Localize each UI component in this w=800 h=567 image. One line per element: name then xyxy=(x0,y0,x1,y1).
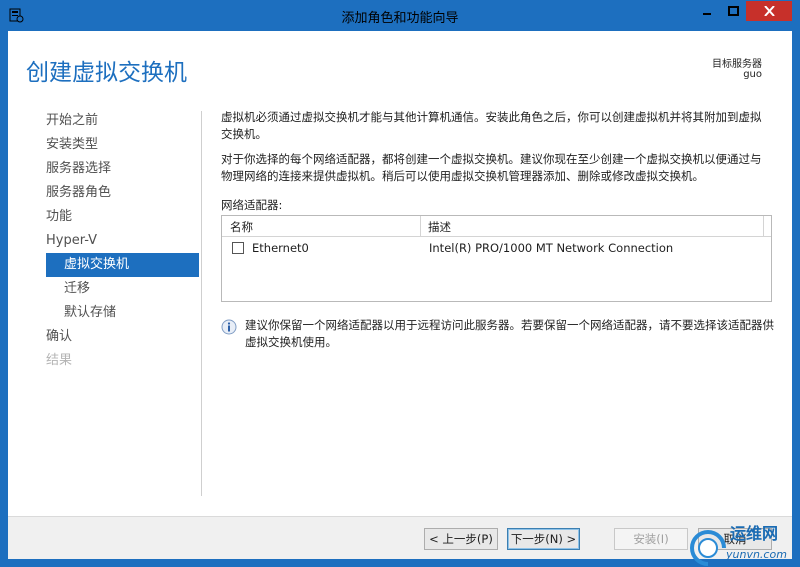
info-text: 建议你保留一个网络适配器以用于远程访问此服务器。若要保留一个网络适配器，请不要选… xyxy=(245,318,774,349)
close-icon xyxy=(763,6,775,16)
column-divider[interactable] xyxy=(763,216,764,237)
column-header-name[interactable]: 名称 xyxy=(230,219,253,235)
minimize-icon xyxy=(703,13,711,15)
nav-item-results: 结果 xyxy=(46,353,73,368)
nav-item-default-stores[interactable]: 默认存储 xyxy=(8,301,201,325)
nav-item-hyper-v[interactable]: Hyper-V xyxy=(8,229,201,253)
watermark-logo-icon: 运维网 yunvn.com xyxy=(690,524,787,566)
target-server-label: 目标服务器 xyxy=(712,59,762,70)
wizard-body: 创建虚拟交换机 目标服务器 guo 开始之前 安装类型 服务器选择 服务器角色 … xyxy=(8,31,792,559)
nav-item-server-roles[interactable]: 服务器角色 xyxy=(8,181,201,205)
button-bar: < 上一步(P) 下一步(N) > 安装(I) 取消 xyxy=(8,516,792,559)
install-button: 安装(I) xyxy=(614,528,688,550)
network-adapters-grid[interactable]: 名称 描述 Ethernet0 Intel(R) PRO/1000 MT Net… xyxy=(221,215,772,302)
nav-item-before-you-begin[interactable]: 开始之前 xyxy=(8,109,201,133)
svg-text:运维网: 运维网 xyxy=(730,524,778,543)
maximize-button[interactable] xyxy=(720,1,746,21)
description-paragraph-1: 虚拟机必须通过虚拟交换机才能与其他计算机通信。安装此角色之后，你可以创建虚拟机并… xyxy=(221,110,762,141)
site-watermark: 运维网 yunvn.com xyxy=(690,522,800,567)
minimize-button[interactable] xyxy=(694,1,720,21)
nav-item-confirmation[interactable]: 确认 xyxy=(8,325,201,349)
svg-text:yunvn.com: yunvn.com xyxy=(725,548,787,561)
window-title: 添加角色和功能向导 xyxy=(341,11,459,26)
previous-button[interactable]: < 上一步(P) xyxy=(424,528,498,550)
nav-item-migration[interactable]: 迁移 xyxy=(8,277,201,301)
next-button[interactable]: 下一步(N) > xyxy=(507,528,580,550)
adapter-description: Intel(R) PRO/1000 MT Network Connection xyxy=(429,241,674,255)
column-header-description[interactable]: 描述 xyxy=(428,219,451,235)
description-paragraph-2: 对于你选择的每个网络适配器，都将创建一个虚拟交换机。建议你现在至少创建一个虚拟交… xyxy=(221,152,762,183)
nav-item-installation-type[interactable]: 安装类型 xyxy=(8,133,201,157)
close-button[interactable] xyxy=(746,1,792,21)
nav-item-server-selection[interactable]: 服务器选择 xyxy=(8,157,201,181)
wizard-nav: 开始之前 安装类型 服务器选择 服务器角色 功能 Hyper-V 虚拟交换机 迁… xyxy=(8,109,201,373)
wizard-window: 添加角色和功能向导 创建虚拟交换机 目标服务器 guo 开始之前 安装类型 服务… xyxy=(0,0,800,567)
info-icon xyxy=(221,319,237,335)
maximize-icon xyxy=(727,6,739,16)
nav-item-virtual-switches[interactable]: 虚拟交换机 xyxy=(46,253,199,277)
title-bar[interactable]: 添加角色和功能向导 xyxy=(0,0,800,31)
column-divider[interactable] xyxy=(420,216,421,237)
nav-item-features[interactable]: 功能 xyxy=(8,205,201,229)
adapter-name: Ethernet0 xyxy=(252,241,309,255)
target-server-name: guo xyxy=(743,69,762,80)
nav-divider xyxy=(201,111,202,496)
grid-header: 名称 描述 xyxy=(222,216,771,237)
table-row[interactable]: Ethernet0 Intel(R) PRO/1000 MT Network C… xyxy=(222,238,771,258)
adapter-checkbox[interactable] xyxy=(232,242,244,254)
page-title: 创建虚拟交换机 xyxy=(26,60,187,86)
network-adapters-label: 网络适配器: xyxy=(221,198,283,212)
